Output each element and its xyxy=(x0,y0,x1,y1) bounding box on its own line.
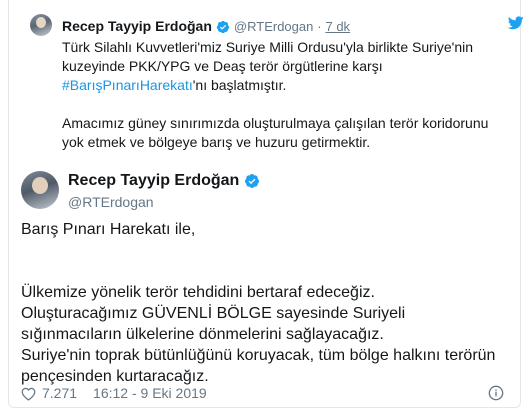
like-count[interactable]: 7.271 xyxy=(42,385,77,401)
main-author-handle[interactable]: @RTErdogan xyxy=(68,193,154,211)
verified-badge-icon xyxy=(216,20,230,38)
main-text-line: Suriye'nin toprak bütünlüğünü koruyacak,… xyxy=(21,347,496,364)
info-icon[interactable] xyxy=(488,385,504,401)
quoted-tweet-time[interactable]: 7 dk xyxy=(325,19,350,34)
main-text-line: Barış Pınarı Harekatı ile, xyxy=(21,221,196,238)
quoted-text-line: kuzeyinde PKK/YPG ve Deaş terör örgütler… xyxy=(62,58,383,74)
quoted-author-avatar[interactable] xyxy=(30,14,52,36)
main-text-line: sığınmacıların ülkelerine dönmelerini sa… xyxy=(21,326,384,343)
hashtag-link[interactable]: #BarışPınarıHarekatı xyxy=(62,77,193,93)
quoted-text-line: Amacımız güney sınırımızda oluşturulmaya… xyxy=(62,115,489,131)
heart-icon[interactable] xyxy=(21,387,36,405)
quoted-author-handle[interactable]: @RTErdogan xyxy=(234,19,313,34)
verified-badge-icon xyxy=(244,173,260,195)
main-author-name-row[interactable]: Recep Tayyip Erdoğan xyxy=(68,171,260,195)
quoted-text-line: #BarışPınarıHarekatı'nı başlatmıştır. xyxy=(62,76,507,95)
quoted-text-line: Türk Silahlı Kuvvetleri'miz Suriye Milli… xyxy=(62,39,474,55)
hashtag-suffix: 'nı başlatmıştır. xyxy=(192,77,287,93)
quoted-text-line: yok etmek ve bölgeye barış ve huzuru get… xyxy=(62,134,371,150)
twitter-bird-icon[interactable] xyxy=(507,16,524,30)
tweet-timestamp[interactable]: 16:12 - 9 Eki 2019 xyxy=(93,385,207,401)
main-author-avatar[interactable] xyxy=(21,171,59,209)
quoted-tweet-header: Recep Tayyip Erdoğan @RTErdogan · 7 dk xyxy=(62,17,350,38)
header-separator: · xyxy=(317,19,322,34)
tweet-footer: 7.271 16:12 - 9 Eki 2019 xyxy=(21,384,207,405)
quoted-author-name[interactable]: Recep Tayyip Erdoğan xyxy=(62,18,212,34)
quoted-tweet-text: Türk Silahlı Kuvvetleri'miz Suriye Milli… xyxy=(62,38,507,152)
main-text-line: Oluşturacağımız GÜVENLİ BÖLGE sayesinde … xyxy=(21,305,406,322)
main-tweet-text: Barış Pınarı Harekatı ile, Ülkemize yöne… xyxy=(21,219,501,387)
main-text-line: Ülkemize yönelik terör tehdidini bertara… xyxy=(21,284,375,301)
main-author-name[interactable]: Recep Tayyip Erdoğan xyxy=(68,172,239,189)
